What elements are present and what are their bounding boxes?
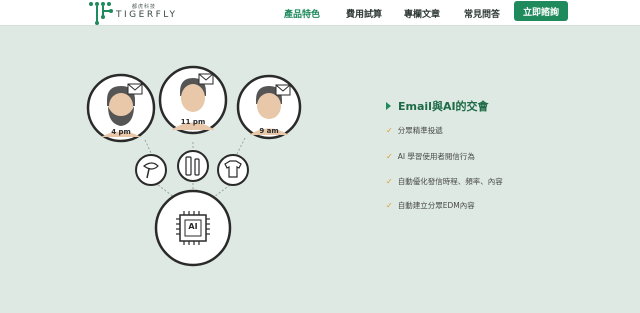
feature-list-item: ✓ 分眾精準投遞 (386, 125, 443, 136)
feature-list-item: ✓ 自動建立分眾EDM內容 (386, 200, 475, 211)
feature-item-text: AI 學習使用者閱信行為 (397, 152, 475, 161)
feature-title-text: Email與AI的交會 (398, 100, 489, 113)
feature-item-text: 自動優化發信時程、頻率、內容 (397, 177, 503, 186)
chip-label: AI (188, 222, 198, 231)
beauty-products-icon (177, 150, 209, 182)
check-icon: ✓ (386, 152, 393, 161)
feature-title: Email與AI的交會 (386, 98, 489, 114)
check-icon: ✓ (386, 201, 393, 210)
check-icon: ✓ (386, 126, 393, 135)
ai-email-illustration (86, 65, 302, 267)
check-icon: ✓ (386, 177, 393, 186)
feature-list-item: ✓ 自動優化發信時程、頻率、內容 (386, 176, 503, 187)
avatar-time-label: 9 am (259, 127, 279, 135)
feature-list-item: ✓ AI 學習使用者閱信行為 (386, 151, 475, 162)
tshirt-icon (217, 154, 249, 186)
feature-item-text: 自動建立分眾EDM內容 (397, 201, 475, 210)
feature-item-text: 分眾精準投遞 (397, 126, 443, 135)
avatar-time-label: 4 pm (111, 128, 131, 136)
avatar-time-label: 11 pm (180, 118, 206, 126)
triangle-bullet-icon (386, 102, 391, 110)
hairdryer-icon (135, 154, 167, 186)
